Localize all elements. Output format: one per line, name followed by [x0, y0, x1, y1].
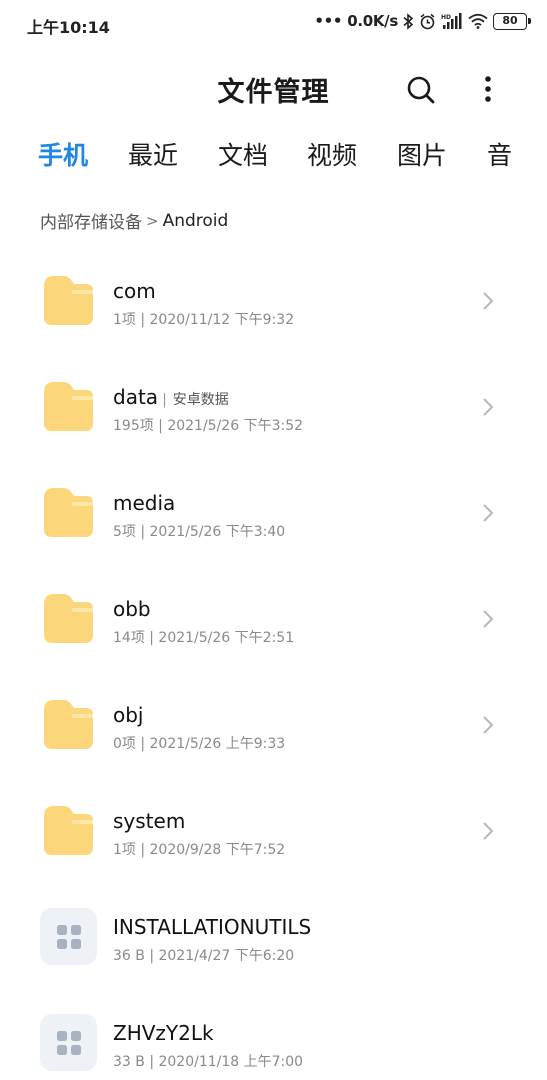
- more-vertical-icon: [485, 76, 491, 102]
- file-name-group: data安卓数据: [113, 385, 229, 409]
- tab-phone[interactable]: 手机: [38, 136, 88, 172]
- file-row-zhvzy2lk[interactable]: ZHVzY2Lk 33 B | 2020/11/18 上午7:00: [0, 988, 547, 1080]
- status-time: 上午10:14: [27, 18, 110, 37]
- category-tabs: 手机 最近 文档 视频 图片 音: [0, 136, 547, 176]
- status-bar: 上午10:14 ••• 0.0K/s HD 80: [0, 0, 547, 48]
- tab-documents[interactable]: 文档: [218, 136, 268, 172]
- chevron-right-icon: [483, 610, 494, 628]
- battery-icon: 80: [493, 12, 531, 30]
- breadcrumb-root[interactable]: 内部存储设备: [40, 208, 142, 233]
- folder-icon: [40, 590, 97, 647]
- unknown-file-icon: [40, 908, 97, 965]
- chevron-right-icon: [483, 822, 494, 840]
- svg-text:HD: HD: [441, 14, 451, 21]
- folder-icon: [40, 484, 97, 541]
- wifi-icon: [468, 13, 488, 29]
- folder-tag: 安卓数据: [162, 392, 229, 408]
- file-name: obb: [113, 597, 151, 621]
- folder-row-com[interactable]: com 1项 | 2020/11/12 下午9:32: [0, 246, 547, 352]
- folder-icon: [40, 378, 97, 435]
- alarm-icon: [420, 13, 435, 29]
- tab-images[interactable]: 图片: [397, 136, 447, 172]
- file-row-installationutils[interactable]: INSTALLATIONUTILS 36 B | 2021/4/27 下午6:2…: [0, 882, 547, 988]
- tab-music[interactable]: 音: [487, 136, 512, 172]
- folder-row-obb[interactable]: obb 14项 | 2021/5/26 下午2:51: [0, 564, 547, 670]
- hd-signal-icon: HD: [441, 12, 462, 29]
- bluetooth-icon: [403, 12, 414, 30]
- search-icon: [407, 76, 435, 104]
- folder-icon: [40, 802, 97, 859]
- breadcrumb-separator: >: [146, 211, 159, 230]
- file-name: system: [113, 809, 186, 833]
- tab-recent[interactable]: 最近: [128, 136, 178, 172]
- search-button[interactable]: [403, 72, 439, 108]
- chevron-right-icon: [483, 292, 494, 310]
- status-icons: ••• 0.0K/s HD 80: [314, 12, 531, 30]
- folder-icon: [40, 272, 97, 329]
- folder-row-media[interactable]: media 5项 | 2021/5/26 下午3:40: [0, 458, 547, 564]
- file-name: data: [113, 385, 159, 409]
- folder-row-data[interactable]: data安卓数据 195项 | 2021/5/26 下午3:52: [0, 352, 547, 458]
- file-meta: 195项 | 2021/5/26 下午3:52: [113, 418, 304, 434]
- chevron-right-icon: [483, 398, 494, 416]
- file-name: INSTALLATIONUTILS: [113, 915, 312, 939]
- unknown-file-icon: [40, 1014, 97, 1071]
- more-options-button[interactable]: [474, 72, 502, 108]
- file-name: com: [113, 279, 156, 303]
- folder-row-system[interactable]: system 1项 | 2020/9/28 下午7:52: [0, 776, 547, 882]
- folder-row-obj[interactable]: obj 0项 | 2021/5/26 上午9:33: [0, 670, 547, 776]
- chevron-right-icon: [483, 504, 494, 522]
- file-manager-screen: 上午10:14 ••• 0.0K/s HD 80 文件管理 手机 最近 文档 视…: [0, 0, 547, 1080]
- tab-videos[interactable]: 视频: [307, 136, 357, 172]
- breadcrumb: 内部存储设备 > Android: [40, 208, 229, 234]
- notification-dots: •••: [314, 12, 343, 30]
- network-speed: 0.0K/s: [347, 12, 398, 30]
- folder-icon: [40, 696, 97, 753]
- page-title: 文件管理: [217, 77, 330, 108]
- breadcrumb-current: Android: [162, 210, 229, 231]
- file-meta: 33 B | 2020/11/18 上午7:00: [113, 1054, 304, 1070]
- file-meta: 0项 | 2021/5/26 上午9:33: [113, 736, 286, 752]
- file-meta: 5项 | 2021/5/26 下午3:40: [113, 524, 286, 540]
- file-meta: 14项 | 2021/5/26 下午2:51: [113, 630, 295, 646]
- file-list: com 1项 | 2020/11/12 下午9:32 data安卓数据 195项…: [0, 246, 547, 1080]
- file-meta: 36 B | 2021/4/27 下午6:20: [113, 948, 295, 964]
- file-name: ZHVzY2Lk: [113, 1021, 214, 1045]
- file-name: media: [113, 491, 176, 515]
- chevron-right-icon: [483, 716, 494, 734]
- file-meta: 1项 | 2020/11/12 下午9:32: [113, 312, 295, 328]
- file-name: obj: [113, 703, 144, 727]
- file-meta: 1项 | 2020/9/28 下午7:52: [113, 842, 286, 858]
